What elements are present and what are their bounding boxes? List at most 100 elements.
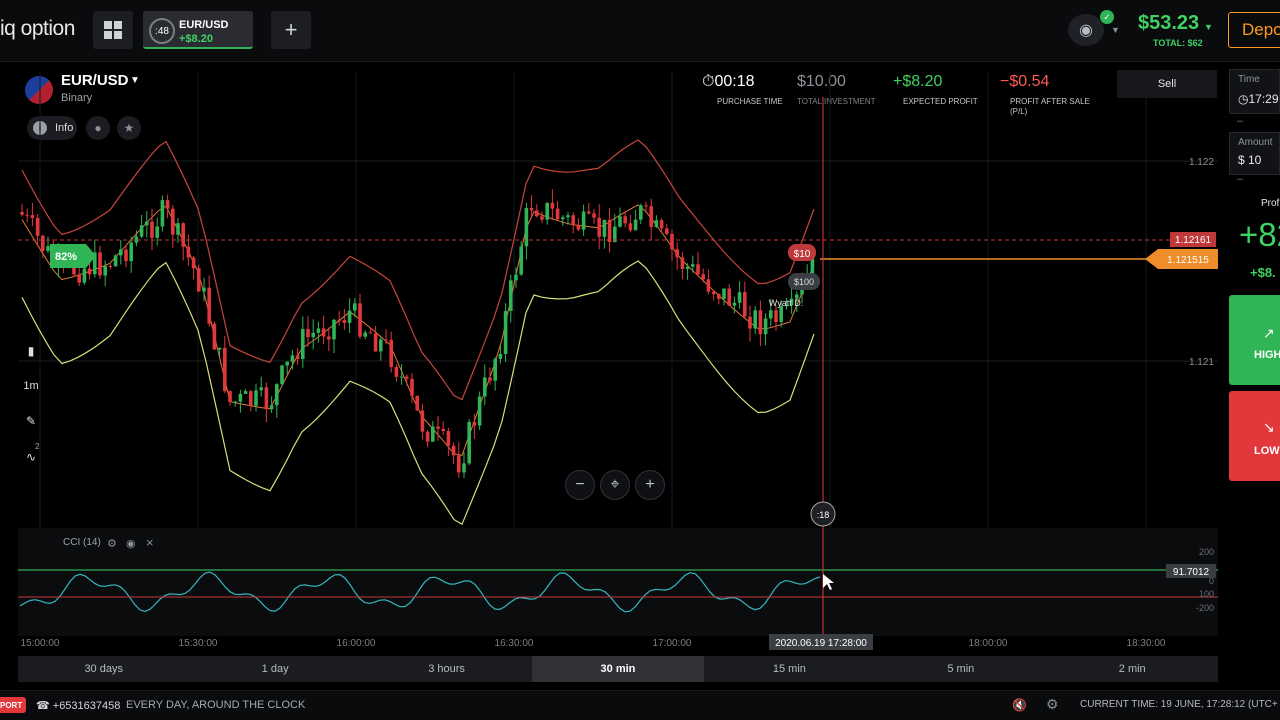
candle-body <box>368 332 373 334</box>
candle-body <box>493 358 497 381</box>
candle-body <box>202 287 206 292</box>
candle-body <box>290 355 295 362</box>
candle-body <box>711 291 716 295</box>
timeframe-option[interactable]: 1 day <box>189 656 360 682</box>
camera-icon: ◉ <box>1079 22 1093 39</box>
close-icon[interactable]: × <box>146 535 154 550</box>
timeframe-option[interactable]: 3 hours <box>361 656 532 682</box>
candle-body <box>550 202 555 209</box>
minus-icon[interactable]: – <box>1237 173 1243 185</box>
chevron-down-icon[interactable]: ▼ <box>1204 22 1213 32</box>
candle-body <box>155 226 159 238</box>
gear-icon[interactable]: ⚙ <box>107 537 117 550</box>
candle-body <box>285 361 289 366</box>
candle-body <box>119 249 123 256</box>
add-asset-button[interactable]: + <box>271 11 311 49</box>
strike-price: 1.12161 <box>1175 235 1212 246</box>
candle-body <box>451 445 456 456</box>
candle-body <box>124 249 128 262</box>
chevron-down-icon[interactable]: ▼ <box>1111 25 1120 35</box>
candle-body <box>639 205 643 220</box>
high-button[interactable]: ↗ HIGH <box>1229 295 1280 385</box>
candle-body <box>472 421 477 426</box>
candle-body <box>20 212 24 215</box>
expiry-time-field[interactable]: Time ◷17:29 <box>1229 69 1280 114</box>
timeframe-option[interactable]: 30 days <box>18 656 189 682</box>
zoom-out-button[interactable]: − <box>565 470 595 500</box>
candle-body <box>347 310 352 323</box>
asset-tab-eurusd[interactable]: :48 EUR/USD +$8.20 <box>143 11 253 49</box>
candles <box>20 189 815 479</box>
candle-body <box>696 264 700 275</box>
timeframe-option[interactable]: 30 min <box>532 656 704 682</box>
grid-menu-button[interactable] <box>93 11 133 49</box>
timeframe-button[interactable]: 1m <box>20 375 42 397</box>
sound-icon[interactable]: 🔇 <box>1012 698 1027 712</box>
candle-body <box>150 221 154 238</box>
candle-body <box>670 233 674 250</box>
timeframe-option[interactable]: 2 min <box>1047 656 1218 682</box>
center-button[interactable]: ⌖ <box>600 470 630 500</box>
cci-label[interactable]: CCI (14) <box>63 537 101 548</box>
candle-body <box>753 310 757 329</box>
timeframe-bar: 30 days 1 day 3 hours 30 min 15 min 5 min 2 mi… <box>18 656 1218 682</box>
phone-number: +6531637458 <box>52 700 121 712</box>
candle-body <box>321 328 326 337</box>
candle-body <box>145 221 149 226</box>
plus-icon: + <box>645 476 655 493</box>
timeframe-option[interactable]: 15 min <box>704 656 875 682</box>
trend-up-icon: ↗ <box>1263 325 1275 341</box>
expiry-timer: :48 <box>149 18 175 44</box>
logo[interactable]: iq option <box>0 17 75 41</box>
eye-icon[interactable]: ◉ <box>126 537 136 550</box>
candle-body <box>623 216 627 224</box>
chart-type-button[interactable]: ▮ <box>20 340 42 362</box>
candle-body <box>384 339 388 341</box>
support-phone[interactable]: ☎ +6531637458 <box>36 699 120 712</box>
candle-body <box>139 225 144 237</box>
candle-body <box>524 208 529 247</box>
deposit-button[interactable]: Depo <box>1228 12 1280 48</box>
crosshair-icon: ⌖ <box>610 476 620 493</box>
candle-body <box>441 428 445 432</box>
camera-button[interactable]: ◉ <box>1068 14 1104 46</box>
candle-body <box>353 303 357 311</box>
candle-body <box>295 355 300 359</box>
candle-body <box>545 202 549 220</box>
support-button[interactable]: PORT <box>0 697 26 713</box>
candle-body <box>779 306 783 323</box>
payout-percent: 82% <box>55 251 77 263</box>
candle-body <box>399 376 404 378</box>
tab-asset-name: EUR/USD <box>179 19 229 31</box>
time-tick-label: 15:00:00 <box>21 638 60 649</box>
candle-body <box>592 213 596 218</box>
candle-body <box>223 347 227 392</box>
minus-icon[interactable]: – <box>1237 115 1243 127</box>
gear-icon[interactable]: ⚙ <box>1046 696 1059 713</box>
indicator-count: 2 <box>35 442 40 451</box>
candle-body <box>389 339 393 368</box>
zoom-in-button[interactable]: + <box>635 470 665 500</box>
candle-body <box>41 235 45 251</box>
candle-body <box>280 365 284 385</box>
amount-field[interactable]: Amount $ 10 <box>1229 132 1280 175</box>
candle-body <box>514 274 518 281</box>
candle-body <box>82 268 87 283</box>
price-chart[interactable]: 15:00:00 15:30:00 16:00:00 16:30:00 17:00:00… <box>0 62 1225 656</box>
candle-body <box>483 377 487 397</box>
plus-icon: + <box>284 17 298 42</box>
clock-icon: ◷ <box>1238 92 1249 106</box>
candle-body <box>748 316 752 329</box>
low-button[interactable]: ↘ LOW <box>1229 391 1280 481</box>
balance-amount[interactable]: $53.23 <box>1138 12 1199 35</box>
profit-label: Prof <box>1261 198 1280 209</box>
candle-body <box>405 376 409 379</box>
trader-name: Wyatt D. <box>769 298 803 308</box>
draw-button[interactable]: ✎ <box>20 410 42 432</box>
amount-value: $ 10 <box>1238 153 1262 167</box>
timeframe-option[interactable]: 5 min <box>875 656 1046 682</box>
profit-amount: +$8. <box>1250 265 1276 280</box>
candle-body <box>633 219 638 231</box>
candle-body <box>758 310 763 335</box>
candle-body <box>327 336 331 340</box>
